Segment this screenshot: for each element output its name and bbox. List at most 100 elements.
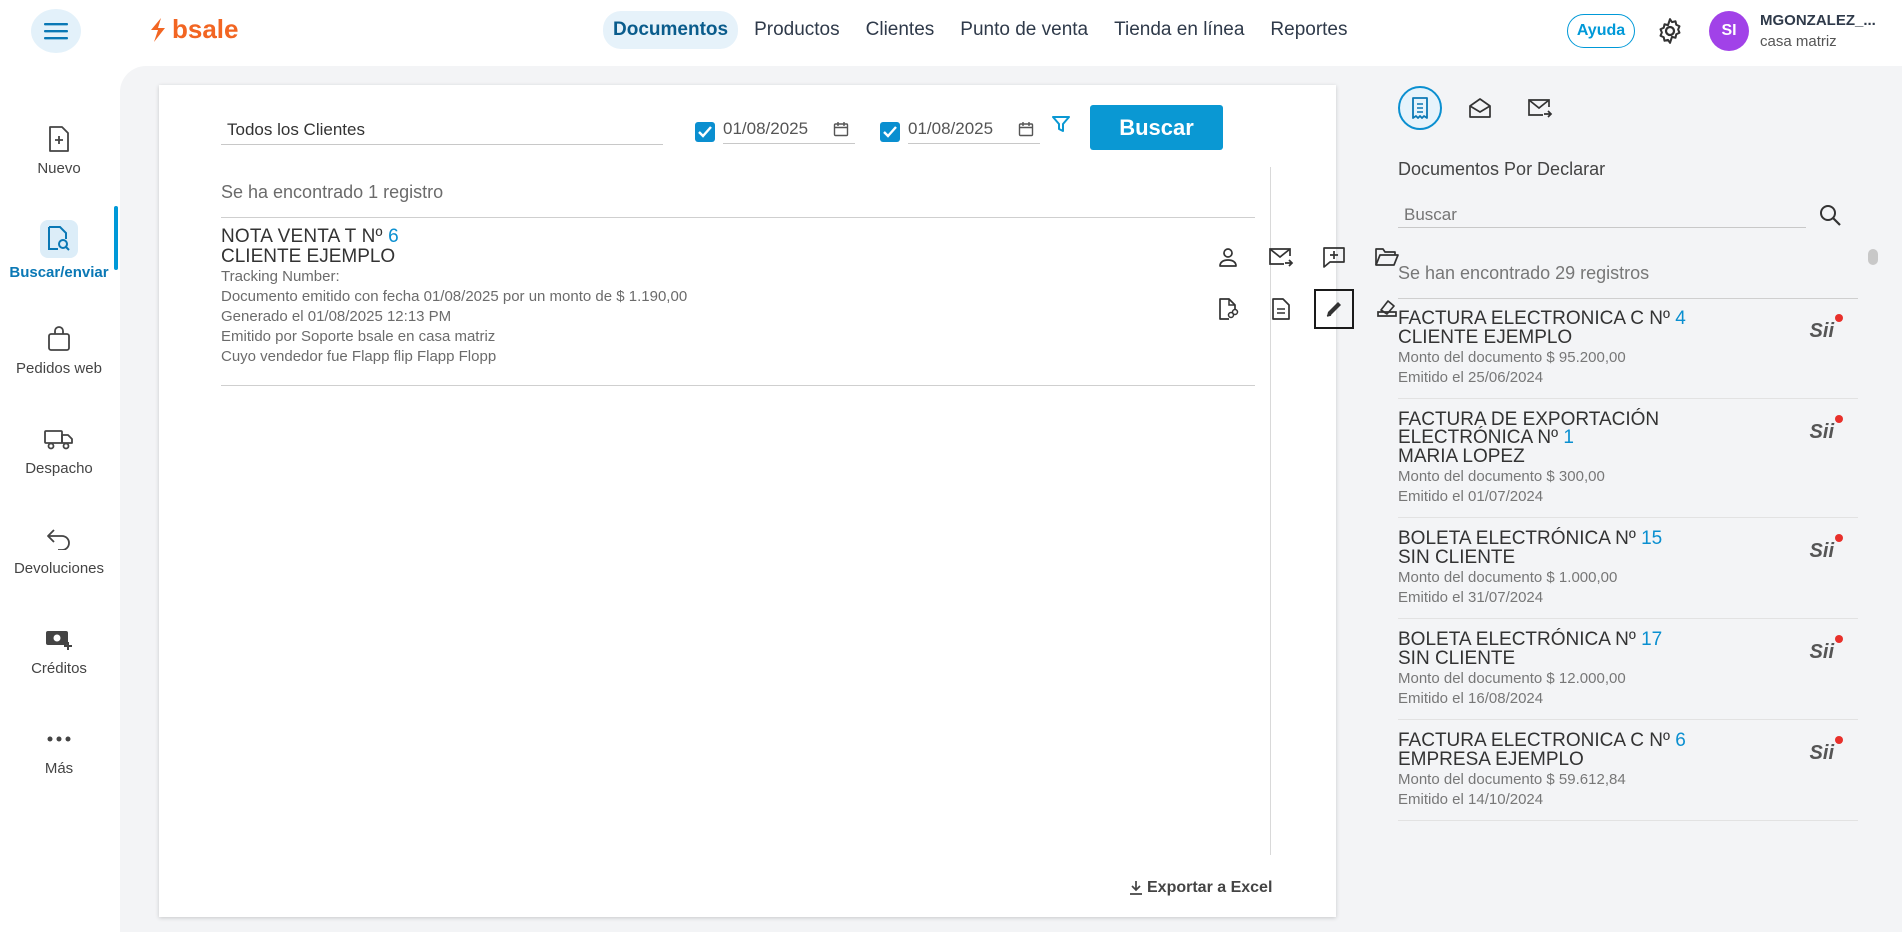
bsale-logo[interactable]: bsale xyxy=(148,14,239,45)
filter-icon[interactable] xyxy=(1052,115,1070,133)
add-comment-button[interactable] xyxy=(1314,237,1354,277)
list-item[interactable]: FACTURA ELECTRONICA C Nº 4 CLIENTE EJEMP… xyxy=(1398,298,1858,399)
main-nav: Documentos Productos Clientes Punto de v… xyxy=(603,11,1364,49)
item-client: EMPRESA EJEMPLO xyxy=(1398,749,1584,770)
date-from-field[interactable]: 01/08/2025 xyxy=(723,119,855,144)
item-number[interactable]: 15 xyxy=(1641,528,1662,549)
export-excel-link[interactable]: Exportar a Excel xyxy=(1129,879,1272,897)
right-panel-search-input[interactable] xyxy=(1398,202,1806,228)
list-item[interactable]: BOLETA ELECTRÓNICA Nº 15 SIN CLIENTE Mon… xyxy=(1398,518,1858,619)
item-type: BOLETA ELECTRÓNICA Nº xyxy=(1398,528,1636,549)
item-number[interactable]: 1 xyxy=(1563,427,1574,448)
folder-open-icon xyxy=(1375,248,1399,266)
item-number[interactable]: 6 xyxy=(1675,730,1686,751)
nav-clientes[interactable]: Clientes xyxy=(856,11,945,49)
sii-badge-icon[interactable]: Sii xyxy=(1810,534,1843,563)
hamburger-icon xyxy=(44,23,68,40)
search-button[interactable]: Buscar xyxy=(1090,105,1223,150)
user-icon xyxy=(1219,248,1237,267)
help-button[interactable]: Ayuda xyxy=(1567,14,1635,48)
nav-documentos[interactable]: Documentos xyxy=(603,11,739,49)
item-title: FACTURA DE EXPORTACIÓN ELECTRÓNICA Nº 1 xyxy=(1398,409,1698,448)
sii-badge-icon[interactable]: Sii xyxy=(1809,314,1843,343)
sidebar-item-creditos[interactable]: Créditos xyxy=(0,600,118,700)
comment-plus-icon xyxy=(1323,247,1345,268)
divider xyxy=(221,217,1255,218)
sidebar-item-despacho[interactable]: Despacho xyxy=(0,400,118,500)
document-seller: Cuyo vendedor fue Flapp flip Flapp Flopp xyxy=(221,348,497,365)
date-from-checkbox[interactable] xyxy=(695,121,715,142)
calendar-icon[interactable] xyxy=(833,121,849,137)
nav-reportes[interactable]: Reportes xyxy=(1260,11,1357,49)
sidebar-item-buscar-enviar[interactable]: Buscar/enviar xyxy=(0,200,118,300)
list-item[interactable]: FACTURA ELECTRONICA C Nº 6 EMPRESA EJEMP… xyxy=(1398,720,1858,821)
date-to-checkbox[interactable] xyxy=(880,121,900,142)
sidebar-item-nuevo[interactable]: Nuevo xyxy=(0,100,118,200)
return-arrow-icon xyxy=(44,524,74,554)
item-client: MARIA LOPEZ xyxy=(1398,446,1525,467)
edit-document-button[interactable] xyxy=(1314,289,1354,329)
nav-punto-de-venta[interactable]: Punto de venta xyxy=(950,11,1098,49)
right-panel-results-count: Se han encontrado 29 registros xyxy=(1398,263,1650,283)
client-filter-input[interactable] xyxy=(221,115,663,145)
mail-open-icon xyxy=(1469,98,1491,118)
check-icon xyxy=(698,125,712,138)
stamp-eraser-icon xyxy=(1377,300,1397,317)
user-branch: casa matriz xyxy=(1760,33,1837,50)
tab-received-mail[interactable] xyxy=(1458,86,1502,130)
assign-client-button[interactable] xyxy=(1208,237,1248,277)
item-client: CLIENTE EJEMPLO xyxy=(1398,327,1573,348)
item-date: Emitido el 25/06/2024 xyxy=(1398,369,1544,386)
scrollbar-thumb[interactable] xyxy=(1868,249,1878,265)
list-item[interactable]: BOLETA ELECTRÓNICA Nº 17 SIN CLIENTE Mon… xyxy=(1398,619,1858,720)
sii-badge-icon[interactable]: Sii xyxy=(1810,635,1843,664)
item-client: SIN CLIENTE xyxy=(1398,648,1516,669)
sidebar-item-label: Pedidos web xyxy=(16,359,102,377)
sidebar-item-pedidos-web[interactable]: Pedidos web xyxy=(0,300,118,400)
search-document-icon xyxy=(40,219,78,258)
document-result[interactable]: NOTA VENTA T Nº 6 CLIENTE EJEMPLO Tracki… xyxy=(221,227,1221,367)
tab-sent-mail[interactable] xyxy=(1518,86,1562,130)
tab-documents-to-declare[interactable] xyxy=(1398,86,1442,130)
nav-tienda-en-linea[interactable]: Tienda en línea xyxy=(1104,11,1254,49)
pencil-icon xyxy=(1326,302,1341,317)
item-client: SIN CLIENTE xyxy=(1398,547,1516,568)
sii-badge-icon[interactable]: Sii xyxy=(1809,736,1843,765)
item-number[interactable]: 4 xyxy=(1675,308,1686,329)
item-date: Emitido el 16/08/2024 xyxy=(1398,690,1544,707)
sii-badge-icon[interactable]: Sii xyxy=(1810,415,1843,444)
item-type: FACTURA ELECTRONICA C Nº xyxy=(1398,308,1670,329)
item-amount: Monto del documento $ 95.200,00 xyxy=(1398,349,1626,366)
sii-badge-text: Sii xyxy=(1809,742,1834,764)
send-email-button[interactable] xyxy=(1261,237,1301,277)
notification-dot xyxy=(1835,635,1843,643)
new-document-icon xyxy=(44,124,74,154)
gear-icon[interactable] xyxy=(1655,16,1685,46)
sidebar-item-label: Despacho xyxy=(25,459,93,477)
user-name[interactable]: MGONZALEZ_... xyxy=(1760,12,1890,29)
divider xyxy=(221,385,1255,386)
money-plus-icon xyxy=(44,624,74,654)
date-from-value: 01/08/2025 xyxy=(723,119,809,138)
view-document-button[interactable] xyxy=(1261,289,1301,329)
sidebar-item-devoluciones[interactable]: Devoluciones xyxy=(0,500,118,600)
list-item[interactable]: FACTURA DE EXPORTACIÓN ELECTRÓNICA Nº 1 … xyxy=(1398,399,1858,518)
sidebar-item-label: Más xyxy=(44,759,74,777)
item-number[interactable]: 17 xyxy=(1641,629,1662,650)
item-title: FACTURA ELECTRONICA C Nº 4 xyxy=(1398,308,1698,329)
document-number[interactable]: 6 xyxy=(388,226,399,247)
results-count: Se ha encontrado 1 registro xyxy=(221,182,444,202)
link-document-button[interactable] xyxy=(1208,289,1248,329)
date-to-field[interactable]: 01/08/2025 xyxy=(908,119,1040,144)
avatar[interactable]: SI xyxy=(1709,11,1749,51)
nav-productos[interactable]: Productos xyxy=(744,11,850,49)
item-title: BOLETA ELECTRÓNICA Nº 15 xyxy=(1398,528,1698,549)
sidebar-item-label: Nuevo xyxy=(37,159,81,177)
item-type: FACTURA DE EXPORTACIÓN ELECTRÓNICA Nº xyxy=(1398,409,1660,448)
hamburger-menu-button[interactable] xyxy=(31,9,81,53)
search-icon[interactable] xyxy=(1818,203,1842,227)
sii-badge-text: Sii xyxy=(1809,320,1834,342)
item-amount: Monto del documento $ 59.612,84 xyxy=(1398,771,1626,788)
calendar-icon[interactable] xyxy=(1018,121,1034,137)
sidebar-item-mas[interactable]: Más xyxy=(0,700,118,800)
